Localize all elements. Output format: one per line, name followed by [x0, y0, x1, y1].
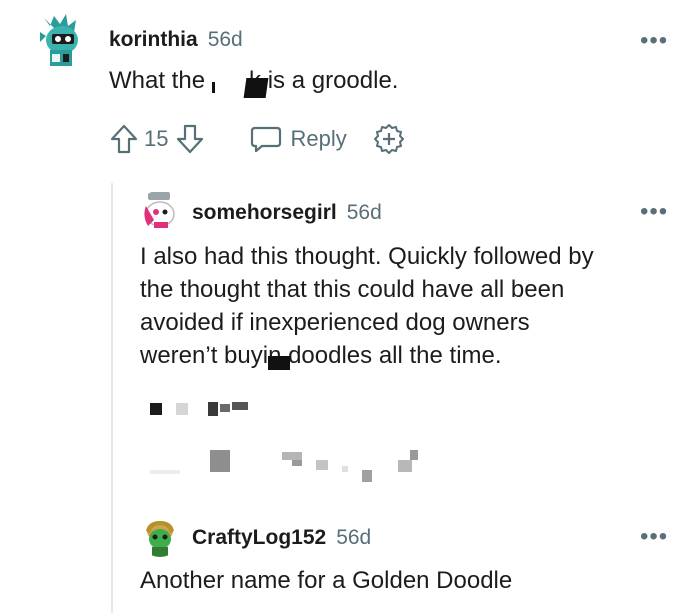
reply-bubble-icon	[251, 126, 282, 153]
comment-age: 56d	[336, 526, 372, 549]
comment-meta: korinthia 56d	[109, 28, 243, 52]
award-icon[interactable]	[373, 123, 405, 155]
comment-line: weren’t buyin doodles all the time.	[140, 342, 502, 369]
comment-age: 56d	[346, 201, 382, 224]
downvote-icon[interactable]	[176, 124, 204, 154]
comment-author[interactable]: CraftyLog152	[192, 526, 326, 550]
comment-text-part: What the	[109, 67, 206, 94]
comment-body: I also had this thought. Quickly followe…	[140, 240, 680, 372]
comment-line: I also had this thought. Quickly followe…	[140, 243, 594, 270]
reply-button[interactable]: Reply	[250, 125, 347, 153]
comment-actions: 15 Reply	[110, 123, 405, 155]
redaction-mark	[268, 356, 290, 370]
comment-line: avoided if inexperienced dog owners	[140, 309, 530, 336]
vote-count: 15	[144, 126, 169, 151]
avatar-korinthia[interactable]	[34, 12, 86, 72]
more-options-button[interactable]: •••	[640, 29, 668, 53]
comment-age: 56d	[207, 28, 243, 51]
comment-author[interactable]: somehorsegirl	[192, 201, 337, 225]
avatar-craftylog152[interactable]	[140, 517, 180, 557]
comment-author[interactable]: korinthia	[109, 28, 198, 52]
upvote-icon[interactable]	[110, 124, 138, 154]
comment-line: the thought that this could have all bee…	[140, 276, 565, 303]
more-options-button[interactable]: •••	[640, 525, 668, 549]
comment-body: Another name for a Golden Doodle	[140, 567, 513, 594]
comment-text-part: k is a groodle.	[249, 67, 399, 94]
redaction-mark	[243, 78, 269, 98]
reply-label: Reply	[290, 126, 347, 151]
more-options-button[interactable]: •••	[640, 200, 668, 224]
redaction-mark	[212, 82, 215, 93]
comment-meta: somehorsegirl 56d	[192, 201, 382, 225]
avatar-somehorsegirl[interactable]	[140, 190, 180, 230]
thread-line[interactable]	[111, 183, 113, 613]
comment-meta: CraftyLog152 56d	[192, 526, 371, 550]
